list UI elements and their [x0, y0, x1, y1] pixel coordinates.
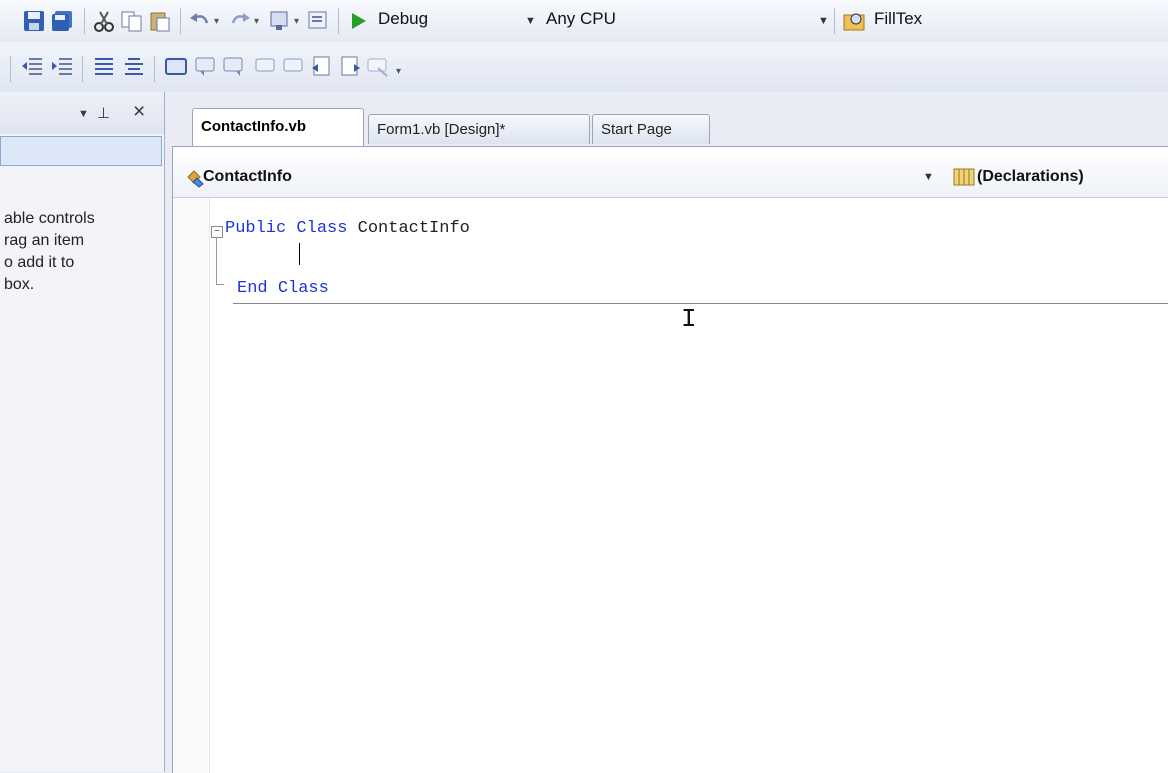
next-bookmark-document-icon[interactable]: [338, 54, 362, 78]
increase-indent-icon[interactable]: [50, 54, 74, 78]
class-name-combo[interactable]: ContactInfo ▼: [181, 163, 943, 191]
paste-icon[interactable]: [148, 9, 172, 33]
redo-icon[interactable]: [228, 9, 252, 33]
tab-start-page[interactable]: Start Page: [592, 114, 710, 144]
code-line-1[interactable]: Public Class ContactInfo: [225, 219, 470, 238]
member-combo-label: (Declarations): [977, 168, 1084, 185]
toolbox-empty-message-line: rag an item: [4, 232, 85, 249]
toolbox-header: ▼ ⊥ ×: [0, 92, 164, 134]
undo-icon[interactable]: [188, 9, 212, 33]
method-name-combo[interactable]: (Declarations): [951, 163, 1168, 191]
chevron-down-icon[interactable]: ▼: [818, 15, 829, 27]
class-icon: [185, 168, 205, 193]
tab-form1-design[interactable]: Form1.vb [Design]*: [368, 114, 590, 144]
toolbox-panel: ▼ ⊥ × able controls rag an item o add it…: [0, 92, 165, 772]
procedure-separator: [233, 303, 1168, 304]
keyword-class: Class: [277, 279, 329, 298]
text-caret: [299, 243, 300, 265]
code-line-3[interactable]: End Class: [237, 279, 329, 298]
next-bookmark-folder-icon[interactable]: [282, 54, 306, 78]
bookmark-icon[interactable]: [164, 54, 188, 78]
toolbox-empty-message-line: able controls: [4, 210, 95, 227]
find-in-files-icon[interactable]: [842, 9, 866, 33]
class-identifier: ContactInfo: [357, 219, 470, 238]
toolbox-group-header[interactable]: [0, 136, 162, 166]
solution-config-combo[interactable]: Debug: [378, 9, 428, 29]
close-icon[interactable]: ×: [133, 100, 145, 124]
navigate-dropdown-icon[interactable]: ▾: [294, 16, 299, 27]
navigation-bar: ContactInfo ▼ (Declarations): [173, 157, 1168, 198]
solution-platform-combo[interactable]: Any CPU: [546, 9, 616, 29]
comment-out-icon[interactable]: [92, 54, 116, 78]
toolbar-separator: [10, 56, 11, 82]
keyword-end: End: [237, 279, 268, 298]
prev-bookmark-folder-icon[interactable]: [254, 54, 278, 78]
window-position-icon[interactable]: ▼: [78, 108, 89, 120]
chevron-down-icon[interactable]: ▼: [525, 15, 536, 27]
outline-guide-end: [216, 284, 224, 285]
prev-bookmark-document-icon[interactable]: [310, 54, 334, 78]
toolbox-empty-message-line: o add it to: [4, 254, 75, 271]
save-all-icon[interactable]: [50, 9, 74, 33]
cut-icon[interactable]: [92, 9, 116, 33]
tab-contactinfo-vb[interactable]: ContactInfo.vb: [192, 108, 364, 146]
navigate-icon[interactable]: [268, 9, 292, 33]
previous-bookmark-icon[interactable]: [194, 54, 218, 78]
copy-icon[interactable]: [120, 9, 144, 33]
toolbar-separator: [834, 8, 835, 34]
collapse-outline-icon[interactable]: −: [211, 226, 223, 238]
redo-dropdown-icon[interactable]: ▾: [254, 16, 259, 27]
undo-dropdown-icon[interactable]: ▾: [214, 16, 219, 27]
declarations-icon: [953, 167, 975, 192]
toolbar-separator: [338, 8, 339, 34]
keyword-class: Class: [296, 219, 348, 238]
toolbox-empty-message-line: box.: [4, 276, 35, 293]
pin-icon[interactable]: ⊥: [97, 104, 110, 122]
toolbar-options-icon[interactable]: ▾: [396, 66, 401, 77]
code-editor[interactable]: ContactInfo ▼ (Declarations) − Public Cl…: [172, 146, 1168, 773]
class-combo-label: ContactInfo: [203, 168, 292, 185]
toolbar-separator: [84, 8, 85, 34]
outline-guide: [216, 238, 217, 284]
document-tabs: ContactInfo.vb Form1.vb [Design]* Start …: [172, 108, 1168, 146]
decrease-indent-icon[interactable]: [20, 54, 44, 78]
toolbar-separator: [180, 8, 181, 34]
toolbar-separator: [154, 56, 155, 82]
standard-toolbar: ▾ ▾ ▾ Debug ▼ Any CPU ▼ FillTex: [0, 0, 1168, 42]
save-icon[interactable]: [22, 9, 46, 33]
text-editor-toolbar: ▾: [0, 42, 1168, 92]
clear-bookmarks-icon[interactable]: [366, 54, 390, 78]
indicator-margin[interactable]: [173, 198, 210, 773]
ibeam-cursor-icon: I: [681, 304, 697, 334]
find-icon[interactable]: [306, 9, 330, 33]
chevron-down-icon[interactable]: ▼: [923, 171, 934, 183]
uncomment-icon[interactable]: [122, 54, 146, 78]
start-debug-icon[interactable]: [346, 9, 370, 33]
next-bookmark-icon[interactable]: [222, 54, 246, 78]
toolbar-separator: [82, 56, 83, 82]
find-combo[interactable]: FillTex: [874, 9, 922, 29]
keyword-public: Public: [225, 219, 287, 238]
